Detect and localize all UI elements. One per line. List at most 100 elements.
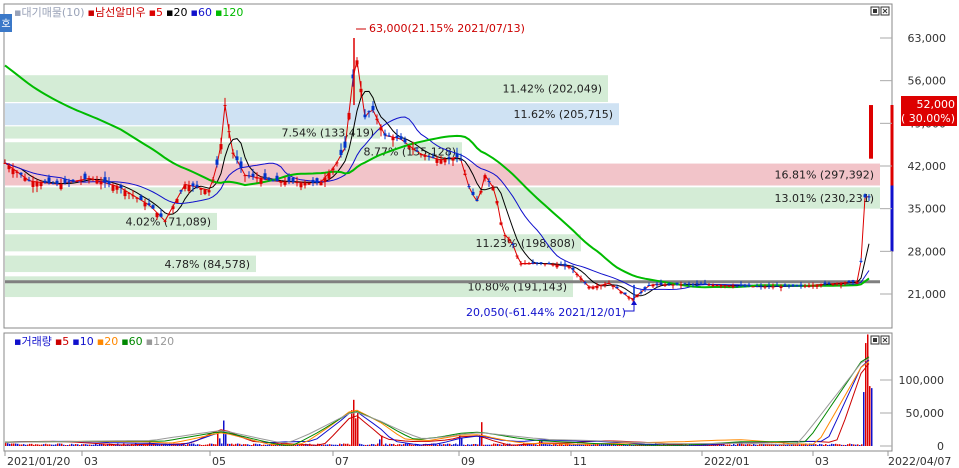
candle-body[interactable] xyxy=(223,105,227,107)
candle-body[interactable] xyxy=(747,284,751,287)
candle-body[interactable] xyxy=(251,173,255,177)
candle-body[interactable] xyxy=(275,175,279,182)
candle-body[interactable] xyxy=(11,168,15,175)
candle-body[interactable] xyxy=(515,255,519,257)
candle-body[interactable] xyxy=(767,285,771,287)
candle-body[interactable] xyxy=(235,156,239,161)
candle-body[interactable] xyxy=(263,173,267,180)
legend-item[interactable]: ▪대기매물(10) xyxy=(14,6,85,19)
candle-body[interactable] xyxy=(15,171,19,173)
candle-body[interactable] xyxy=(347,112,351,120)
candle-body[interactable] xyxy=(451,157,455,161)
candle-body[interactable] xyxy=(563,263,567,266)
candle-body[interactable] xyxy=(87,178,91,180)
candle-body[interactable] xyxy=(267,177,271,181)
candle-body[interactable] xyxy=(443,159,447,163)
legend-item[interactable]: ▪거래량 xyxy=(14,335,52,348)
candle-body[interactable] xyxy=(63,178,67,184)
candle-body[interactable] xyxy=(559,264,563,266)
candle-body[interactable] xyxy=(455,153,459,158)
candle-body[interactable] xyxy=(599,285,603,287)
candle-body[interactable] xyxy=(723,285,727,287)
candle-body[interactable] xyxy=(163,220,167,222)
candle-body[interactable] xyxy=(647,285,651,287)
candle-body[interactable] xyxy=(227,131,231,133)
candle-body[interactable] xyxy=(627,297,631,299)
candle-body[interactable] xyxy=(259,178,263,184)
candle-body[interactable] xyxy=(43,180,47,183)
candle-body[interactable] xyxy=(635,295,639,298)
candle-body[interactable] xyxy=(35,181,39,187)
candle-body[interactable] xyxy=(487,181,491,183)
candle-body[interactable] xyxy=(611,285,615,287)
candle-body[interactable] xyxy=(807,285,811,288)
candle-body[interactable] xyxy=(199,188,203,190)
candle-body[interactable] xyxy=(371,105,375,111)
candle-body[interactable] xyxy=(811,285,815,287)
candle-body[interactable] xyxy=(79,180,83,182)
candle-body[interactable] xyxy=(327,172,331,179)
candle-body[interactable] xyxy=(835,283,839,285)
candle-body[interactable] xyxy=(271,180,275,182)
candle-body[interactable] xyxy=(159,213,163,217)
candle-body[interactable] xyxy=(375,118,379,121)
candle-body[interactable] xyxy=(863,194,867,198)
legend-item[interactable]: ▪120 xyxy=(146,335,174,348)
candle-body[interactable] xyxy=(507,239,511,241)
candle-body[interactable] xyxy=(735,285,739,287)
candle-body[interactable] xyxy=(219,144,223,150)
candle-body[interactable] xyxy=(187,185,191,192)
candle-body[interactable] xyxy=(571,267,575,270)
candle-body[interactable] xyxy=(727,285,731,287)
candle-body[interactable] xyxy=(475,199,479,202)
candle-body[interactable] xyxy=(787,285,791,287)
candle-body[interactable] xyxy=(419,154,423,156)
candle-body[interactable] xyxy=(655,283,659,285)
candle-body[interactable] xyxy=(771,286,775,288)
candle-body[interactable] xyxy=(583,282,587,284)
candle-body[interactable] xyxy=(467,186,471,188)
candle-body[interactable] xyxy=(39,182,43,187)
candle-body[interactable] xyxy=(115,186,119,190)
candle-body[interactable] xyxy=(847,280,851,283)
candle-body[interactable] xyxy=(803,285,807,287)
candle-body[interactable] xyxy=(651,284,655,287)
candle-body[interactable] xyxy=(687,283,691,285)
candle-body[interactable] xyxy=(567,266,571,268)
candle-body[interactable] xyxy=(363,114,367,118)
candle-body[interactable] xyxy=(839,283,843,286)
candle-body[interactable] xyxy=(323,177,327,182)
candle-body[interactable] xyxy=(31,181,35,187)
candle-body[interactable] xyxy=(75,180,79,182)
legend-item[interactable]: ▪5 xyxy=(149,6,163,19)
candle-body[interactable] xyxy=(799,284,803,287)
candle-body[interactable] xyxy=(499,222,503,225)
candle-body[interactable] xyxy=(175,198,179,203)
candle-body[interactable] xyxy=(411,148,415,150)
candle-body[interactable] xyxy=(119,185,123,188)
candle-body[interactable] xyxy=(551,264,555,266)
candle-body[interactable] xyxy=(855,281,859,284)
candle-body[interactable] xyxy=(167,213,171,215)
candle-body[interactable] xyxy=(383,133,387,136)
candle-body[interactable] xyxy=(671,284,675,286)
candle-body[interactable] xyxy=(287,176,291,182)
candle-body[interactable] xyxy=(91,179,95,181)
candle-body[interactable] xyxy=(147,203,151,206)
legend-item[interactable]: ▪120 xyxy=(215,6,243,19)
candle-body[interactable] xyxy=(391,137,395,141)
candle-body[interactable] xyxy=(403,139,407,143)
candle-body[interactable] xyxy=(179,190,183,192)
candle-body[interactable] xyxy=(831,283,835,286)
candle-body[interactable] xyxy=(699,283,703,285)
candle-body[interactable] xyxy=(615,286,619,289)
candle-body[interactable] xyxy=(703,283,707,285)
candle-body[interactable] xyxy=(867,196,871,198)
candle-body[interactable] xyxy=(427,155,431,157)
candle-body[interactable] xyxy=(51,183,55,185)
candle-body[interactable] xyxy=(795,284,799,287)
candle-body[interactable] xyxy=(439,159,443,164)
candle-body[interactable] xyxy=(591,287,595,289)
candle-body[interactable] xyxy=(463,173,467,176)
candle-body[interactable] xyxy=(355,60,359,65)
